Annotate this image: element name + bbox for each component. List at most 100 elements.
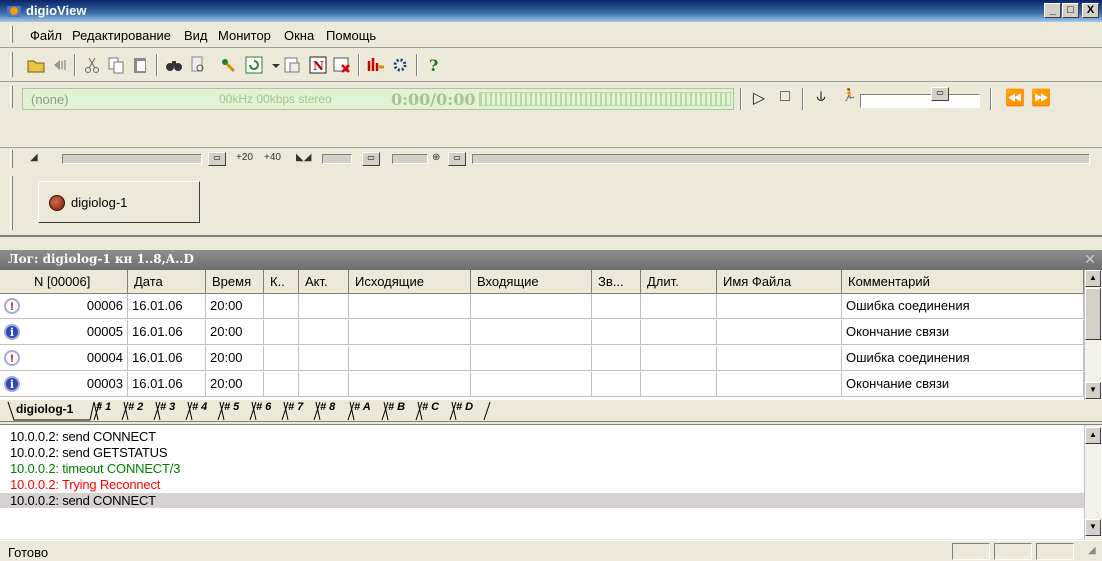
cell-date: 16.01.06 — [128, 372, 206, 397]
playerbar-grip[interactable] — [10, 86, 13, 108]
log-table: N [00006] Дата Время К.. Акт. Исходящие … — [0, 270, 1102, 400]
volume-icon: ◢ — [30, 152, 38, 163]
note-icon[interactable]: N — [308, 55, 328, 75]
settings-icon[interactable] — [390, 55, 410, 75]
scroll-down-icon[interactable]: ▼ — [1085, 519, 1101, 536]
title-bar: digioView _ □ X — [0, 0, 1102, 22]
cut-icon[interactable] — [82, 55, 102, 75]
toolbar-separator — [416, 54, 418, 76]
find-file-icon[interactable] — [188, 55, 208, 75]
paste-icon[interactable] — [130, 55, 150, 75]
cell-empty — [471, 372, 592, 397]
signal-icon[interactable] — [366, 55, 386, 75]
row-number: 00003 — [86, 376, 123, 391]
col-header-k[interactable]: К.. — [264, 270, 299, 294]
cell-time: 20:00 — [206, 346, 264, 371]
cell-date: 16.01.06 — [128, 346, 206, 371]
toolbar-separator — [990, 88, 992, 110]
scroll-up-icon[interactable]: ▲ — [1085, 427, 1101, 444]
console-line: 10.0.0.2: send CONNECT — [0, 493, 1084, 508]
gain-plus20[interactable]: +20 — [236, 152, 253, 163]
stop-button[interactable]: □ — [774, 88, 796, 110]
toolbar-separator — [358, 54, 360, 76]
event-console: 10.0.0.2: send CONNECT 10.0.0.2: send GET… — [0, 424, 1102, 539]
volume-slider[interactable] — [62, 154, 202, 164]
cell-empty — [717, 372, 842, 397]
col-header-time[interactable]: Время — [206, 270, 264, 294]
device-button[interactable]: digiolog-1 — [38, 181, 200, 223]
console-scrollbar[interactable]: ▲ ▼ — [1084, 425, 1101, 539]
forward-button[interactable]: ⏩ — [1030, 88, 1052, 110]
scroll-down-icon[interactable]: ▼ — [1085, 382, 1101, 399]
close-button[interactable]: X — [1082, 3, 1099, 18]
cell-comment: Окончание связи — [842, 320, 1084, 345]
player-bar: (none) 00kHz 00kbps stereo 0:00/0:00 ▷ □… — [0, 82, 1102, 168]
status-panel — [994, 543, 1032, 560]
delete-icon[interactable] — [332, 55, 352, 75]
player-time: 0:00/0:00 — [391, 90, 476, 109]
back-icon[interactable] — [50, 55, 70, 75]
window-icon[interactable] — [282, 55, 302, 75]
open-icon[interactable] — [26, 55, 46, 75]
col-header-incoming[interactable]: Входящие — [471, 270, 592, 294]
help-icon[interactable]: ? — [424, 55, 444, 75]
menu-windows[interactable]: Окна — [284, 28, 314, 43]
col-header-act[interactable]: Акт. — [299, 270, 349, 294]
rewind-button[interactable]: ⏪ — [1004, 88, 1026, 110]
cell-empty — [264, 320, 299, 345]
find-icon[interactable] — [164, 55, 184, 75]
toolbar-separator — [802, 88, 804, 110]
col-header-outgoing[interactable]: Исходящие — [349, 270, 471, 294]
col-header-n[interactable]: N [00006] — [0, 270, 128, 294]
loop-thumb[interactable]: ▭ — [448, 152, 466, 166]
copy-icon[interactable] — [106, 55, 126, 75]
menu-edit[interactable]: Редактирование — [72, 28, 171, 43]
menu-help[interactable]: Помощь — [326, 28, 376, 43]
menu-file[interactable]: Файл — [30, 28, 62, 43]
volume-grip[interactable] — [10, 150, 13, 168]
col-header-filename[interactable]: Имя Файла — [717, 270, 842, 294]
cell-empty — [641, 294, 717, 319]
connect-icon[interactable] — [218, 55, 238, 75]
gain-plus40[interactable]: +40 — [264, 152, 281, 163]
scroll-up-icon[interactable]: ▲ — [1085, 270, 1101, 287]
menubar-grip[interactable] — [10, 26, 13, 43]
balance-thumb[interactable]: ▭ — [362, 152, 380, 166]
minimize-button[interactable]: _ — [1044, 3, 1061, 18]
volume-thumb[interactable]: ▭ — [208, 152, 226, 166]
cell-empty — [264, 294, 299, 319]
status-bar: Готово ◢ — [0, 540, 1102, 561]
cell-empty — [264, 346, 299, 371]
col-header-sound[interactable]: Зв... — [592, 270, 641, 294]
level-meter — [479, 92, 731, 106]
col-header-date[interactable]: Дата — [128, 270, 206, 294]
balance-slider[interactable] — [322, 154, 352, 164]
cell-empty — [349, 294, 471, 319]
maximize-button[interactable]: □ — [1062, 3, 1079, 18]
scroll-thumb[interactable] — [1085, 288, 1101, 340]
eq-slider[interactable] — [392, 154, 428, 164]
app-icon — [7, 6, 21, 17]
devicepanel-grip[interactable] — [10, 176, 13, 230]
cell-date: 16.01.06 — [128, 294, 206, 319]
player-rate: 00kHz 00kbps stereo — [219, 92, 332, 106]
menu-view[interactable]: Вид — [184, 28, 208, 43]
speed-slider-thumb[interactable]: ▭ — [931, 87, 949, 101]
position-track[interactable] — [472, 154, 1090, 164]
svg-text:?: ? — [429, 56, 438, 75]
cell-comment: Окончание связи — [842, 372, 1084, 397]
toolbar-grip[interactable] — [10, 52, 13, 77]
col-header-duration[interactable]: Длит. — [641, 270, 717, 294]
cell-time: 20:00 — [206, 320, 264, 345]
menu-monitor[interactable]: Монитор — [218, 28, 271, 43]
speed-slider[interactable]: ▭ — [860, 87, 980, 108]
log-scrollbar[interactable]: ▲ ▼ — [1084, 270, 1101, 400]
resize-grip-icon[interactable]: ◢ — [1088, 545, 1096, 556]
play-button[interactable]: ▷ — [748, 88, 770, 110]
refresh-icon[interactable] — [244, 55, 264, 75]
cell-empty — [717, 294, 842, 319]
log-header: Лог: digiolog-1 кн 1..8,A..D ✕ — [0, 250, 1102, 270]
mixer-button[interactable]: ⫝ — [810, 88, 832, 110]
col-header-comment[interactable]: Комментарий — [842, 270, 1084, 294]
log-close-icon[interactable]: ✕ — [1084, 251, 1096, 268]
